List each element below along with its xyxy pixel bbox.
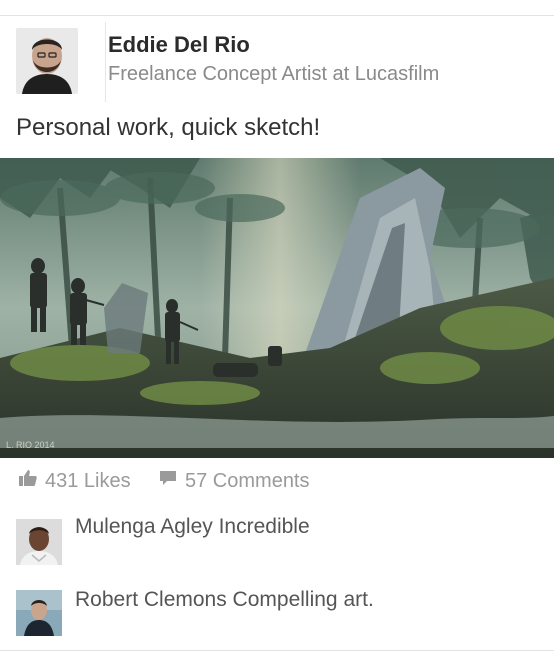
post-artwork-image[interactable]: L. RIO 2014 (0, 158, 554, 458)
comment-item: Robert Clemons Compelling art. (16, 588, 536, 636)
author-name[interactable]: Eddie Del Rio (108, 32, 250, 58)
top-divider (0, 15, 554, 16)
commenter-avatar[interactable] (16, 590, 62, 636)
commenter-avatar[interactable] (16, 519, 62, 565)
artist-signature: L. RIO 2014 (6, 440, 55, 450)
comment-text: Robert Clemons Compelling art. (75, 588, 374, 611)
post-stats: 431 Likes 57 Comments (18, 468, 538, 498)
comments-count: 57 Comments (185, 469, 310, 492)
bottom-divider (0, 650, 554, 651)
speech-bubble-icon (158, 468, 178, 494)
likes-button[interactable]: 431 Likes (18, 468, 131, 494)
comment-item: Mulenga Agley Incredible (16, 515, 536, 565)
thumbs-up-icon (18, 468, 38, 494)
post-text: Personal work, quick sketch! (16, 114, 321, 141)
author-headline: Freelance Concept Artist at Lucasfilm (108, 63, 440, 85)
likes-count: 431 Likes (45, 469, 131, 492)
post-header: Eddie Del Rio Freelance Concept Artist a… (16, 22, 536, 102)
comments-button[interactable]: 57 Comments (158, 468, 310, 494)
comment-text: Mulenga Agley Incredible (75, 515, 310, 538)
author-avatar[interactable] (16, 28, 78, 94)
header-divider (105, 22, 106, 102)
